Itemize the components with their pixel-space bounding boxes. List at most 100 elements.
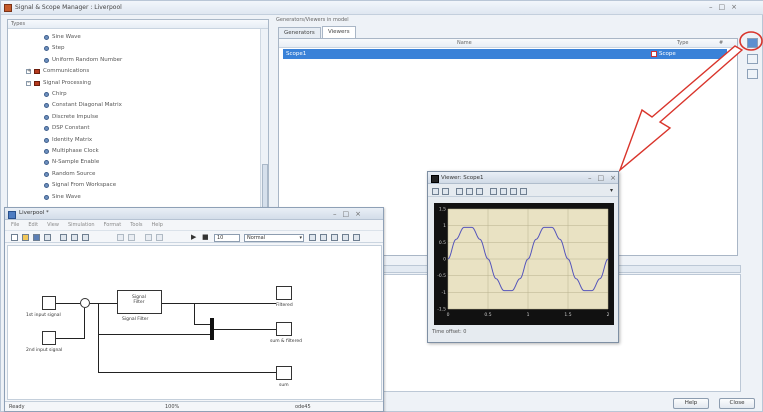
wire <box>56 303 80 304</box>
model-canvas[interactable]: 1st input signal 2nd input signal Signal… <box>7 245 382 400</box>
signal-filter-block[interactable]: Signal Filter <box>117 290 162 314</box>
model-close-button[interactable]: × <box>355 210 361 218</box>
simulation-mode-select[interactable]: Normal ▾ <box>244 234 304 242</box>
menu-view[interactable]: View <box>47 221 59 230</box>
model-window: Liverpool * – □ × File Edit View Simulat… <box>4 207 384 412</box>
wire <box>56 338 84 339</box>
block-browser-icon[interactable] <box>353 234 360 241</box>
wire <box>84 308 85 339</box>
scope-icon <box>431 175 439 183</box>
y-tick-label: 1 <box>443 223 446 229</box>
x-tick-label: 0 <box>447 312 450 318</box>
zoom-y-icon[interactable] <box>476 188 483 195</box>
signal-selection-icon[interactable] <box>520 188 527 195</box>
cut-icon[interactable] <box>60 234 67 241</box>
new-model-icon[interactable] <box>11 234 18 241</box>
print-icon[interactable] <box>432 188 439 195</box>
stop-simulation-icon[interactable]: ■ <box>202 233 209 241</box>
model-minimize-button[interactable]: – <box>333 210 337 218</box>
scope-sum-block[interactable] <box>276 366 292 380</box>
build-icon[interactable] <box>309 234 316 241</box>
scope-chart: 0 0.5 1 1.5 2 1.5 1 0.5 0 -0.5 -1 -1.5 <box>437 207 610 319</box>
wire <box>90 303 117 304</box>
autoscale-icon[interactable] <box>490 188 497 195</box>
copy-icon[interactable] <box>71 234 78 241</box>
open-icon[interactable] <box>22 234 29 241</box>
x-tick-label: 2 <box>607 312 610 318</box>
restore-axes-icon[interactable] <box>510 188 517 195</box>
y-tick-label: 0.5 <box>439 240 446 246</box>
filter-block-text: Signal Filter <box>132 295 146 305</box>
model-titlebar[interactable]: Liverpool * – □ × <box>5 208 383 220</box>
simulation-mode-value: Normal <box>247 235 266 241</box>
chevron-down-icon: ▾ <box>299 235 302 241</box>
scope-maximize-button[interactable]: □ <box>598 174 605 182</box>
paste-icon[interactable] <box>82 234 89 241</box>
highlight-circle <box>739 31 763 51</box>
save-icon[interactable] <box>33 234 40 241</box>
redo-icon[interactable] <box>128 234 135 241</box>
wire <box>162 303 276 304</box>
save-axes-icon[interactable] <box>500 188 507 195</box>
debug-icon[interactable] <box>342 234 349 241</box>
filter-label: Signal Filter <box>122 317 149 322</box>
menu-file[interactable]: File <box>11 221 19 230</box>
scope-title: Viewer: Scope1 <box>441 175 484 181</box>
menu-help[interactable]: Help <box>152 221 163 230</box>
input-signal-1-block[interactable] <box>42 296 56 310</box>
status-zoom: 100% <box>165 404 180 410</box>
zoom-x-icon[interactable] <box>466 188 473 195</box>
wire <box>214 329 276 330</box>
out-2-label: sum & filtered <box>270 339 302 344</box>
wire <box>194 324 210 325</box>
stop-time-input[interactable]: 10 <box>214 234 240 242</box>
y-tick-label: 0 <box>443 257 446 263</box>
scope-sum-filtered-block[interactable] <box>276 322 292 336</box>
y-tick-label: -1 <box>442 290 447 296</box>
scope-viewer-window: Viewer: Scope1 – □ × ▾ 0 0.5 1 1.5 2 1.5 1 0.5 0… <box>427 171 619 343</box>
start-simulation-icon[interactable]: ▶ <box>191 233 196 241</box>
out-3-label: sum <box>279 383 289 388</box>
scope-close-button[interactable]: × <box>610 174 616 182</box>
parameters-icon[interactable] <box>442 188 449 195</box>
print-icon[interactable] <box>44 234 51 241</box>
scope-status: Time offset: 0 <box>432 329 467 335</box>
menu-edit[interactable]: Edit <box>28 221 38 230</box>
annotation-arrow <box>618 45 744 173</box>
wire <box>98 303 99 373</box>
wire <box>194 303 195 325</box>
model-explorer-icon[interactable] <box>331 234 338 241</box>
out-1-label: Filtered <box>276 303 293 308</box>
scope-filtered-block[interactable] <box>276 286 292 300</box>
model-statusbar: Ready 100% ode45 <box>5 401 383 412</box>
menu-format[interactable]: Format <box>104 221 122 230</box>
menu-simulation[interactable]: Simulation <box>68 221 95 230</box>
explorer-icon[interactable] <box>156 234 163 241</box>
x-tick-label: 0.5 <box>484 312 491 318</box>
library-icon[interactable] <box>145 234 152 241</box>
scope-minimize-button[interactable]: – <box>588 174 592 182</box>
y-tick-label: -1.5 <box>437 307 446 313</box>
x-tick-label: 1.5 <box>564 312 571 318</box>
input-signal-2-block[interactable] <box>42 331 56 345</box>
model-toolbar: ▶ ■ 10 Normal ▾ <box>5 230 383 243</box>
update-icon[interactable] <box>320 234 327 241</box>
menu-tools[interactable]: Tools <box>130 221 142 230</box>
undo-icon[interactable] <box>117 234 124 241</box>
input-2-label: 2nd input signal <box>26 348 63 353</box>
input-1-label: 1st input signal <box>26 313 61 318</box>
scope-toolbar: ▾ <box>428 185 618 197</box>
model-menubar: File Edit View Simulation Format Tools H… <box>5 221 383 230</box>
zoom-in-icon[interactable] <box>456 188 463 195</box>
scope-titlebar[interactable]: Viewer: Scope1 – □ × <box>428 172 618 184</box>
wire <box>98 334 210 335</box>
sum-block[interactable] <box>80 298 90 308</box>
model-title: Liverpool * <box>19 210 49 216</box>
y-tick-label: 1.5 <box>439 207 446 213</box>
y-tick-label: -0.5 <box>437 273 446 279</box>
status-ready: Ready <box>9 404 25 410</box>
model-maximize-button[interactable]: □ <box>343 210 350 218</box>
chevron-down-icon[interactable]: ▾ <box>610 187 613 194</box>
scope-plot[interactable]: 0 0.5 1 1.5 2 1.5 1 0.5 0 -0.5 -1 -1.5 <box>434 203 614 325</box>
x-tick-label: 1 <box>527 312 530 318</box>
